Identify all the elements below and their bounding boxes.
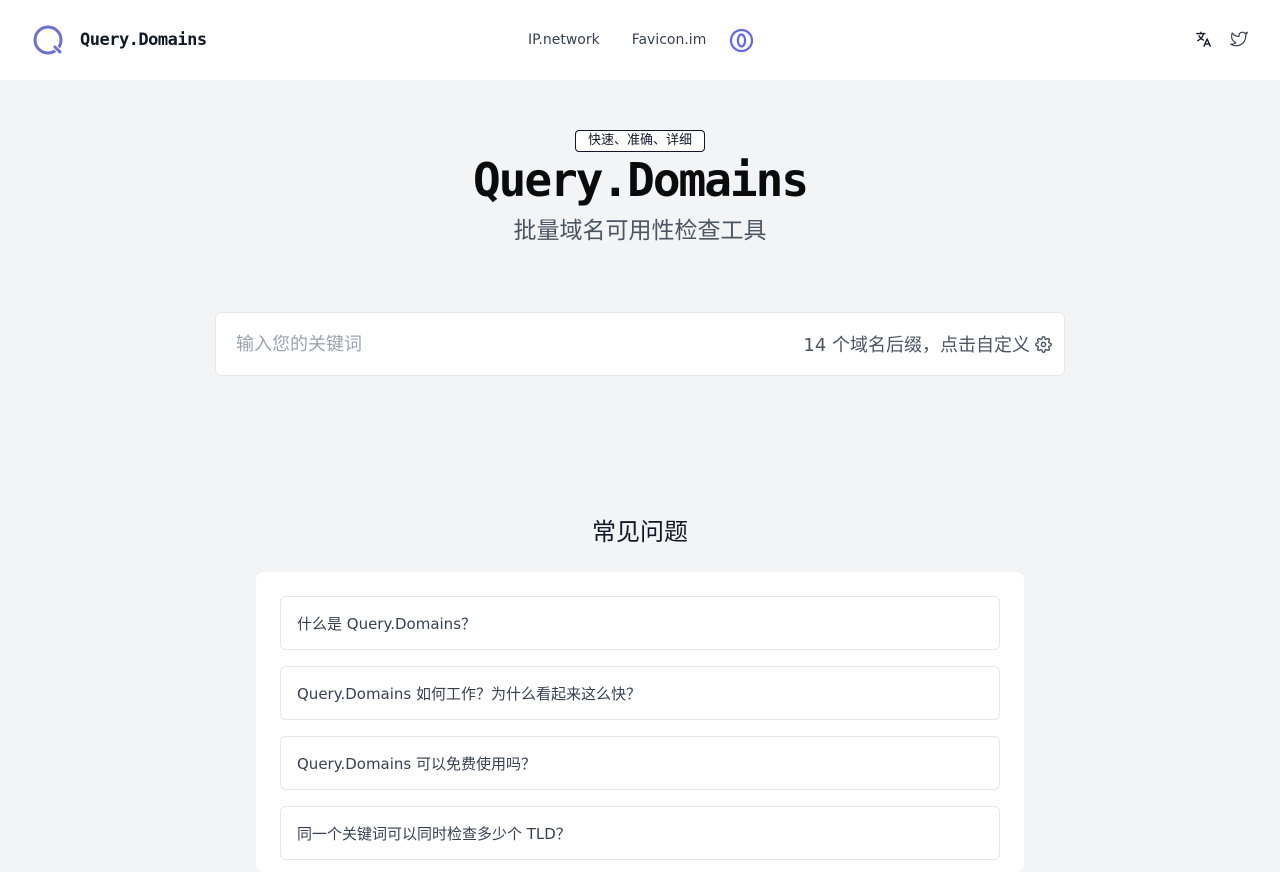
q-ring-logo-icon	[33, 25, 63, 55]
faq-item[interactable]: Query.Domains 如何工作？为什么看起来这么快？	[280, 666, 1000, 720]
brand-home-link[interactable]: Query.Domains	[32, 24, 207, 56]
tld-config-button[interactable]: 14 个域名后缀，点击自定义	[803, 313, 1052, 375]
nav-link-ip-network[interactable]: IP.network	[528, 32, 600, 48]
faq-item[interactable]: Query.Domains 可以免费使用吗？	[280, 736, 1000, 790]
brand-name: Query.Domains	[80, 30, 207, 50]
hero-title: Query.Domains	[472, 153, 809, 207]
domain-search-box: 14 个域名后缀，点击自定义	[215, 312, 1065, 376]
translate-icon[interactable]	[1195, 30, 1213, 48]
hero-subtitle: 批量域名可用性检查工具	[513, 218, 767, 244]
nav-link-favicon-im[interactable]: Favicon.im	[632, 32, 707, 48]
zero-circle-icon[interactable]	[729, 28, 754, 53]
faq-item[interactable]: 同一个关键词可以同时检查多少个 TLD？	[280, 806, 1000, 860]
gear-icon	[1035, 335, 1052, 353]
faq-item[interactable]: 什么是 Query.Domains？	[280, 596, 1000, 650]
twitter-icon[interactable]	[1230, 30, 1248, 48]
faq-title: 常见问题	[592, 518, 688, 546]
faq-card: 什么是 Query.Domains？ Query.Domains 如何工作？为什…	[256, 572, 1024, 872]
site-header: Query.Domains IP.network Favicon.im	[0, 0, 1280, 80]
top-nav: IP.network Favicon.im	[528, 26, 754, 54]
tld-count-label: 14 个域名后缀，点击自定义	[803, 335, 1030, 356]
header-actions	[1178, 30, 1248, 48]
keyword-search-input[interactable]	[216, 313, 776, 375]
